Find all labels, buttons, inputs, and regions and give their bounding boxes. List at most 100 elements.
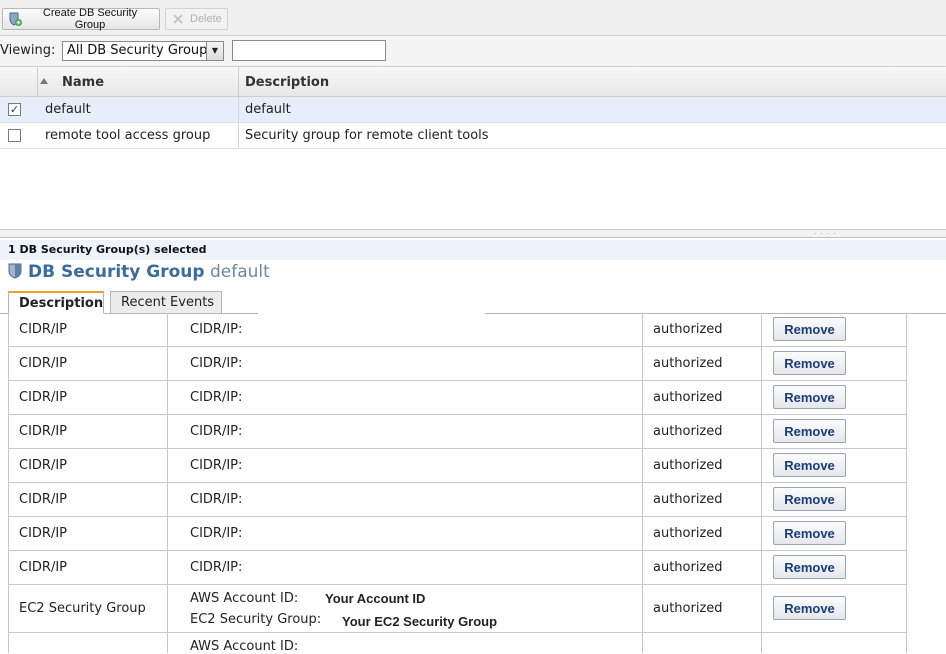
viewing-filter-value: All DB Security Groups <box>67 43 215 58</box>
remove-button[interactable]: Remove <box>773 317 846 341</box>
column-divider <box>761 347 762 380</box>
row-name: remote tool access group <box>45 128 211 143</box>
row-status: authorized <box>653 390 723 405</box>
column-divider <box>761 585 762 632</box>
viewing-label: Viewing: <box>0 43 56 58</box>
column-divider <box>761 415 762 448</box>
remove-button[interactable]: Remove <box>773 453 846 477</box>
column-divider <box>167 381 168 414</box>
column-divider <box>238 67 239 96</box>
row-label: CIDR/IP: <box>190 424 243 439</box>
row-label: CIDR/IP: <box>190 322 243 337</box>
table-row: CIDR/IP CIDR/IP: authorized Remove <box>8 381 907 415</box>
column-divider <box>642 347 643 380</box>
ec2-security-group-label: EC2 Security Group: <box>190 612 322 627</box>
table-row[interactable]: ✓ default default <box>0 97 946 123</box>
sort-ascending-icon[interactable] <box>40 78 48 84</box>
row-type: CIDR/IP <box>19 560 68 575</box>
remove-button[interactable]: Remove <box>773 351 846 375</box>
create-db-security-group-button[interactable]: Create DB Security Group <box>2 7 160 31</box>
tab-recent-events[interactable]: Recent Events <box>110 291 222 314</box>
column-divider <box>167 517 168 550</box>
remove-button[interactable]: Remove <box>773 521 846 545</box>
viewing-filter-select[interactable]: All DB Security Groups ▼ <box>62 41 224 61</box>
toolbar: Create DB Security Group Delete <box>0 0 946 36</box>
row-checkbox[interactable]: ✓ <box>8 103 21 116</box>
column-divider <box>761 381 762 414</box>
column-divider <box>642 313 643 346</box>
column-divider <box>642 517 643 550</box>
redacted-value <box>258 483 485 516</box>
remove-button[interactable]: Remove <box>773 385 846 409</box>
column-divider <box>37 67 38 96</box>
delete-x-icon <box>170 11 186 27</box>
search-input[interactable] <box>232 40 386 61</box>
row-type: CIDR/IP <box>19 424 68 439</box>
column-divider <box>761 449 762 482</box>
table-row[interactable]: remote tool access group Security group … <box>0 123 946 149</box>
column-divider <box>167 313 168 346</box>
column-divider <box>167 415 168 448</box>
column-divider <box>167 347 168 380</box>
detail-title-name: default <box>209 262 270 282</box>
remove-button[interactable]: Remove <box>773 596 846 620</box>
table-row: CIDR/IP CIDR/IP: authorized Remove <box>8 415 907 449</box>
row-label: CIDR/IP: <box>190 356 243 371</box>
row-status: authorized <box>653 601 723 616</box>
redacted-value <box>258 551 485 584</box>
column-divider <box>761 483 762 516</box>
delete-button-label: Delete <box>190 13 222 25</box>
row-status: authorized <box>653 424 723 439</box>
column-divider <box>642 449 643 482</box>
column-divider <box>167 551 168 584</box>
drag-handle-icon[interactable]: · · · · <box>814 231 837 238</box>
row-label: CIDR/IP: <box>190 560 243 575</box>
ec2-security-group-value: Your EC2 Security Group <box>342 614 498 629</box>
column-divider <box>642 381 643 414</box>
pane-splitter[interactable]: · · · · <box>0 229 946 238</box>
table-row: CIDR/IP CIDR/IP: authorized Remove <box>8 347 907 381</box>
row-description: default <box>245 102 291 117</box>
redacted-value <box>258 381 485 414</box>
column-header-description[interactable]: Description <box>245 75 329 90</box>
table-row: CIDR/IP CIDR/IP: authorized Remove <box>8 551 907 585</box>
remove-button[interactable]: Remove <box>773 487 846 511</box>
row-status: authorized <box>653 526 723 541</box>
aws-account-id-value: Your Account ID <box>325 591 426 606</box>
shield-icon <box>8 263 22 284</box>
delete-button[interactable]: Delete <box>165 8 228 30</box>
column-divider <box>642 585 643 632</box>
row-status: authorized <box>653 356 723 371</box>
column-divider <box>761 551 762 584</box>
remove-button[interactable]: Remove <box>773 555 846 579</box>
column-divider <box>167 449 168 482</box>
row-checkbox[interactable] <box>8 129 21 142</box>
column-divider <box>642 633 643 653</box>
redacted-value <box>258 415 485 448</box>
row-label: CIDR/IP: <box>190 390 243 405</box>
selection-status: 1 DB Security Group(s) selected <box>0 240 946 260</box>
chevron-down-icon[interactable]: ▼ <box>206 42 223 60</box>
detail-title: DB Security Group default <box>8 262 270 284</box>
aws-account-id-label: AWS Account ID: <box>190 591 299 606</box>
table-row: CIDR/IP CIDR/IP: authorized Remove <box>8 449 907 483</box>
table-row: CIDR/IP CIDR/IP: authorized Remove <box>8 517 907 551</box>
column-divider <box>167 633 168 653</box>
row-type: CIDR/IP <box>19 356 68 371</box>
column-divider <box>642 483 643 516</box>
tab-description[interactable]: Description <box>8 291 104 314</box>
column-header-name[interactable]: Name <box>62 75 104 90</box>
row-type: CIDR/IP <box>19 322 68 337</box>
row-label: CIDR/IP: <box>190 492 243 507</box>
viewing-bar: Viewing: All DB Security Groups ▼ <box>0 36 946 67</box>
row-status: authorized <box>653 560 723 575</box>
row-name: default <box>45 102 91 117</box>
redacted-value <box>258 313 485 346</box>
row-type: CIDR/IP <box>19 390 68 405</box>
row-label: CIDR/IP: <box>190 458 243 473</box>
row-type: EC2 Security Group <box>19 601 146 616</box>
column-divider <box>761 313 762 346</box>
redacted-value <box>258 347 485 380</box>
remove-button[interactable]: Remove <box>773 419 846 443</box>
row-type: CIDR/IP <box>19 492 68 507</box>
